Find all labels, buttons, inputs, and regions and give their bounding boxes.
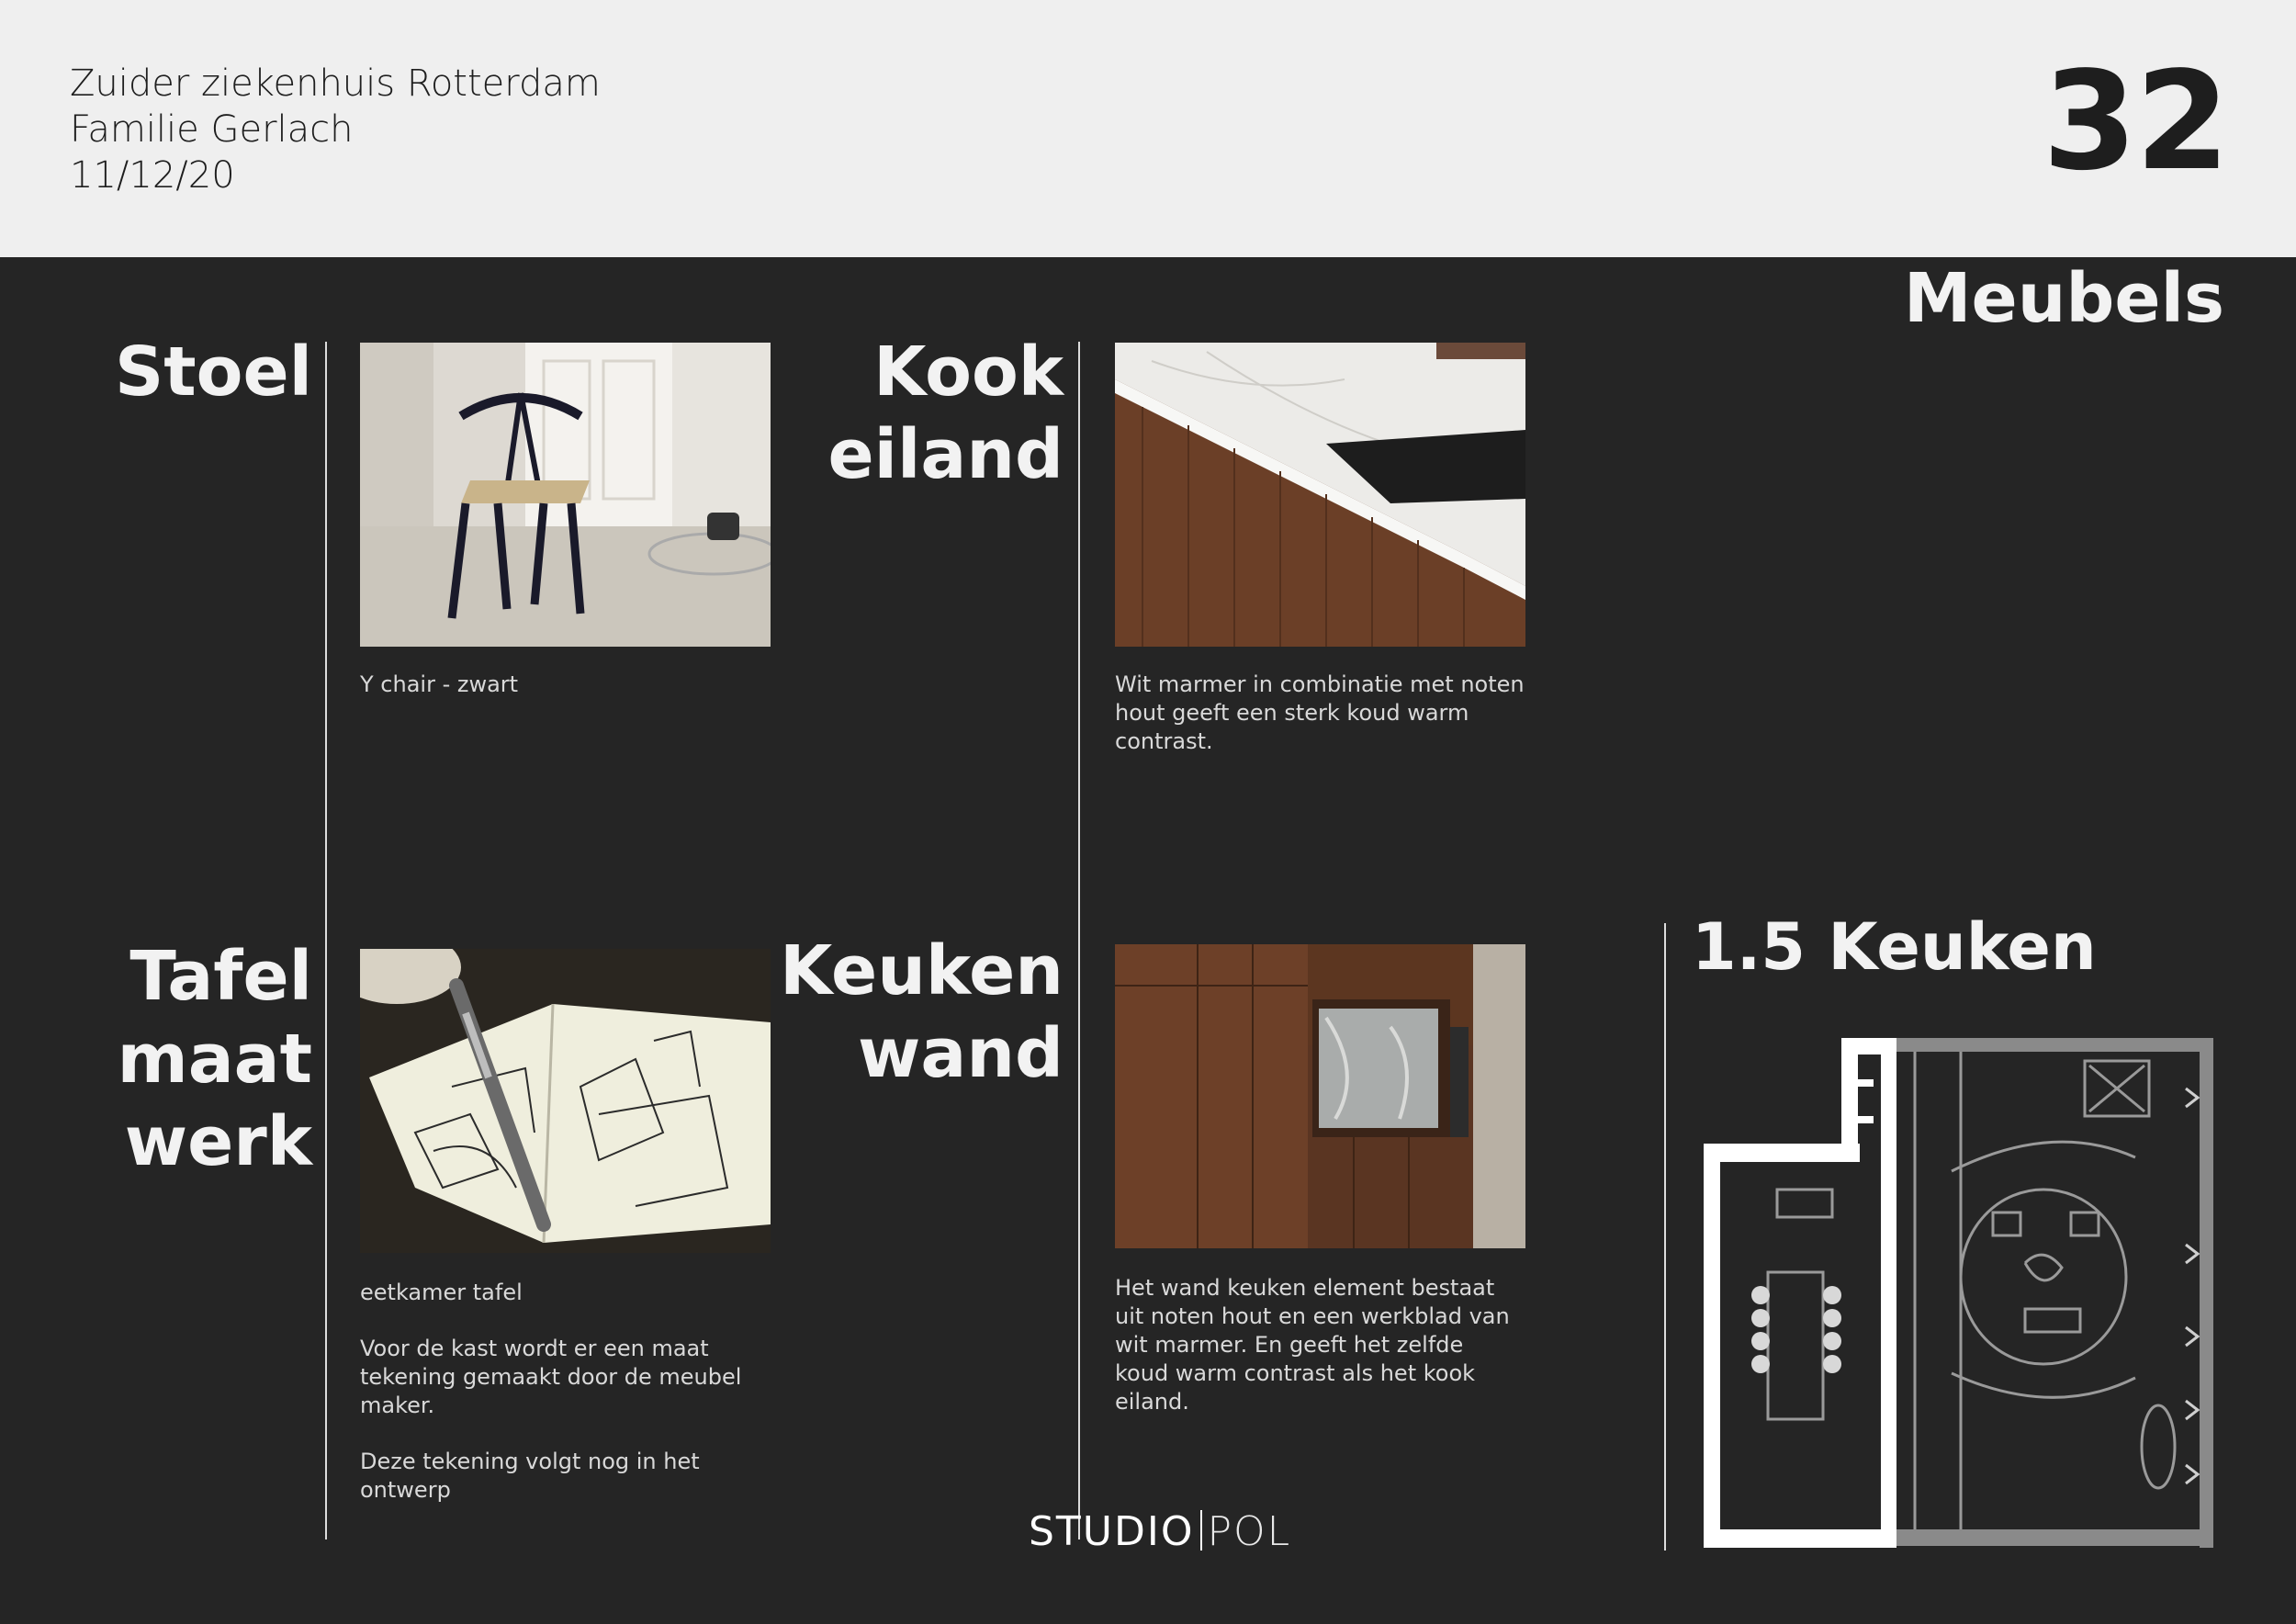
- page-number: 32: [2043, 42, 2230, 200]
- date: 11/12/20: [70, 154, 235, 197]
- caption-keuken-wand: Het wand keuken element bestaat uit note…: [1115, 1275, 1510, 1415]
- plan-title: 1.5 Keuken: [1692, 909, 2097, 985]
- header-band: Zuider ziekenhuis Rotterdam Familie Gerl…: [0, 0, 2296, 257]
- caption-stoel: Y chair - zwart: [360, 671, 519, 697]
- caption-tafel: eetkamer tafel Voor de kast wordt er een…: [360, 1280, 742, 1503]
- caption-kook-eiland: Wit marmer in combinatie met noten hout …: [1115, 671, 1525, 754]
- chair-photo: [360, 343, 771, 647]
- label-tafel-maat-werk: Tafel maat werk: [117, 937, 312, 1181]
- label-keuken-wand: Keuken wand: [779, 931, 1064, 1093]
- project-name: Zuider ziekenhuis Rotterdam: [70, 62, 601, 105]
- section-title: Meubels: [1903, 259, 2224, 338]
- divider-line-right: [1664, 923, 1666, 1551]
- label-stoel: Stoel: [114, 333, 312, 412]
- divider-line-left: [325, 342, 327, 1539]
- client-name: Familie Gerlach: [70, 108, 354, 151]
- studio-pol-logo: STUDIO POL: [1029, 1508, 1292, 1555]
- sketchbook-photo: [360, 949, 771, 1253]
- walnut-kitchen-wall-photo: [1115, 944, 1525, 1248]
- logo-separator: [1199, 1510, 1202, 1551]
- floor-plan-drawing: [1702, 1033, 2218, 1548]
- divider-line-middle: [1078, 342, 1080, 1539]
- label-kook-eiland: Kook eiland: [827, 333, 1064, 494]
- marble-kitchen-island-photo: [1115, 343, 1525, 647]
